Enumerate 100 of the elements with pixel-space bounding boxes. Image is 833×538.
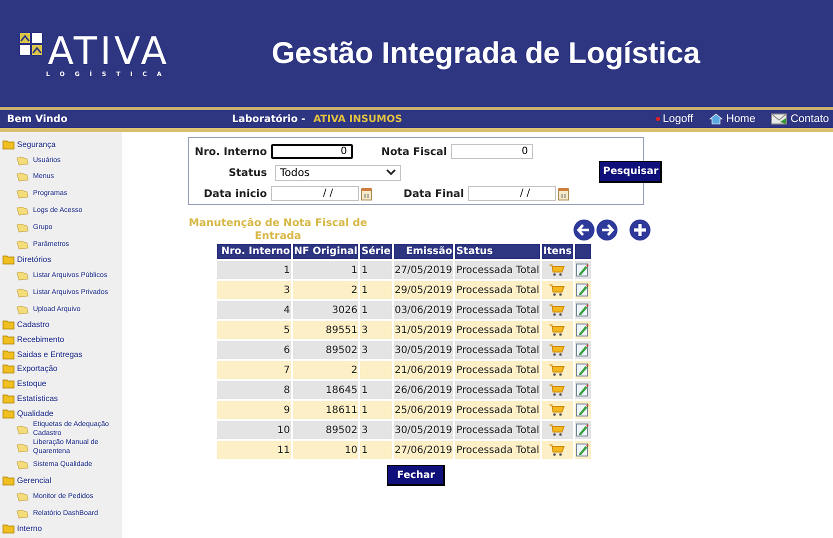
column-header: Itens: [542, 244, 573, 259]
table-cell: 29/05/2019: [394, 281, 454, 299]
nav-link[interactable]: Logoff: [656, 113, 694, 125]
list-title: Manutenção de Nota Fiscal de Entrada: [188, 217, 368, 244]
nro-interno-field[interactable]: 0: [271, 144, 353, 159]
cart-icon[interactable]: [549, 384, 566, 396]
table-cell: Processada Total: [455, 321, 540, 339]
page-title: Gestão Integrada de Logística: [272, 36, 700, 70]
table-cell: 30/05/2019: [394, 421, 454, 439]
sidebar-item[interactable]: Segurança: [0, 137, 122, 152]
start-date-field[interactable]: / /: [271, 186, 359, 201]
edit-icon[interactable]: [576, 423, 590, 437]
table-cell: Processada Total: [455, 381, 540, 399]
open-folder-icon: [16, 188, 29, 200]
cart-icon[interactable]: [549, 304, 566, 316]
table-cell: 27/06/2019: [394, 441, 454, 459]
edit-icon[interactable]: [576, 343, 590, 357]
table-cell: 3: [360, 341, 392, 359]
table-cell: 3: [217, 281, 291, 299]
table-cell: Processada Total: [455, 401, 540, 419]
cart-icon[interactable]: [549, 324, 566, 336]
table-cell: Processada Total: [455, 301, 540, 319]
nota-fiscal-field[interactable]: 0: [451, 144, 533, 159]
arrow-left-icon[interactable]: [573, 219, 595, 241]
table-cell: 10: [293, 441, 358, 459]
end-date-field[interactable]: / /: [468, 186, 556, 201]
edit-icon[interactable]: [576, 263, 590, 277]
table-cell: Processada Total: [455, 421, 540, 439]
table-cell: 27/05/2019: [394, 261, 454, 279]
cart-icon[interactable]: [549, 344, 566, 356]
folder-icon: [2, 475, 15, 486]
column-header: Status: [455, 244, 540, 259]
table-cell: 03/06/2019: [394, 301, 454, 319]
field-label: Data inicio: [202, 188, 268, 200]
nav-link[interactable]: Home: [709, 113, 756, 125]
lab-name: ATIVA INSUMOS: [313, 114, 402, 124]
table-cell: 9: [217, 401, 291, 419]
table-cell: 11: [217, 441, 291, 459]
table-cell: 2: [293, 361, 358, 379]
edit-icon[interactable]: [576, 363, 590, 377]
sidebar-item[interactable]: Saidas e Entregas: [0, 346, 122, 362]
folder-icon: [2, 348, 15, 360]
sidebar-item[interactable]: Diretórios: [0, 252, 122, 268]
open-folder-icon: [16, 508, 29, 519]
column-header: Nro. Interno: [217, 244, 291, 259]
close-button[interactable]: Fechar: [387, 465, 445, 486]
status-dropdown[interactable]: Todos: [275, 164, 401, 180]
table-cell: 1: [360, 381, 392, 399]
open-folder-icon: [16, 459, 29, 470]
edit-icon[interactable]: [576, 323, 590, 337]
cart-icon[interactable]: [549, 264, 566, 276]
nav-link[interactable]: Contato: [771, 113, 829, 125]
edit-icon[interactable]: [576, 403, 590, 417]
cart-icon[interactable]: [549, 284, 566, 296]
folder-icon: [2, 319, 15, 330]
sidebar-item[interactable]: Exportação: [0, 362, 122, 376]
calendar-icon[interactable]: [361, 186, 372, 200]
table-cell: 31/05/2019: [394, 321, 454, 339]
open-folder-icon: [16, 154, 29, 166]
calendar-icon[interactable]: [558, 186, 569, 200]
sidebar-item[interactable]: Cadastro: [0, 318, 122, 332]
edit-icon[interactable]: [576, 383, 590, 397]
table-cell: 7: [217, 361, 291, 379]
table-cell: Processada Total: [455, 261, 540, 279]
sidebar-item[interactable]: Qualidade: [0, 406, 122, 420]
sidebar-item[interactable]: Gerencial: [0, 473, 122, 488]
edit-icon[interactable]: [576, 443, 590, 457]
chevron-down-icon: [386, 169, 396, 176]
cart-icon[interactable]: [549, 404, 566, 416]
folder-icon: [2, 392, 15, 404]
cart-icon[interactable]: [549, 364, 566, 376]
edit-icon[interactable]: [576, 303, 590, 317]
cart-icon[interactable]: [549, 444, 566, 456]
sidebar-item[interactable]: Interno: [0, 521, 122, 536]
sidebar-item[interactable]: Recebimento: [0, 332, 122, 347]
search-button[interactable]: Pesquisar: [599, 160, 662, 182]
table-cell: 1: [217, 261, 291, 279]
table-cell: 25/06/2019: [394, 401, 454, 419]
table-cell: 1: [360, 401, 392, 419]
house-icon: [709, 113, 724, 125]
open-folder-icon: [16, 424, 29, 435]
arrow-right-icon[interactable]: [596, 219, 618, 241]
open-folder-icon: [16, 222, 29, 233]
edit-icon[interactable]: [576, 283, 590, 297]
field-label: Data Final: [402, 188, 465, 200]
table-cell: 18645: [293, 381, 358, 399]
logo-squares-icon: [20, 33, 42, 55]
folder-icon: [2, 378, 15, 390]
cart-icon[interactable]: [549, 424, 566, 436]
open-folder-icon: [16, 171, 29, 182]
folder-icon: [2, 523, 15, 534]
sidebar-item[interactable]: Estatísticas: [0, 390, 122, 406]
table-cell: 1: [293, 261, 358, 279]
sidebar-item[interactable]: Estoque: [0, 376, 122, 391]
column-header: NF Original: [293, 244, 358, 259]
add-icon[interactable]: [629, 219, 651, 241]
table-cell: 4: [217, 301, 291, 319]
table-cell: 3026: [293, 301, 358, 319]
table-cell: 10: [217, 421, 291, 439]
lab-label: Laboratório -: [232, 114, 306, 124]
